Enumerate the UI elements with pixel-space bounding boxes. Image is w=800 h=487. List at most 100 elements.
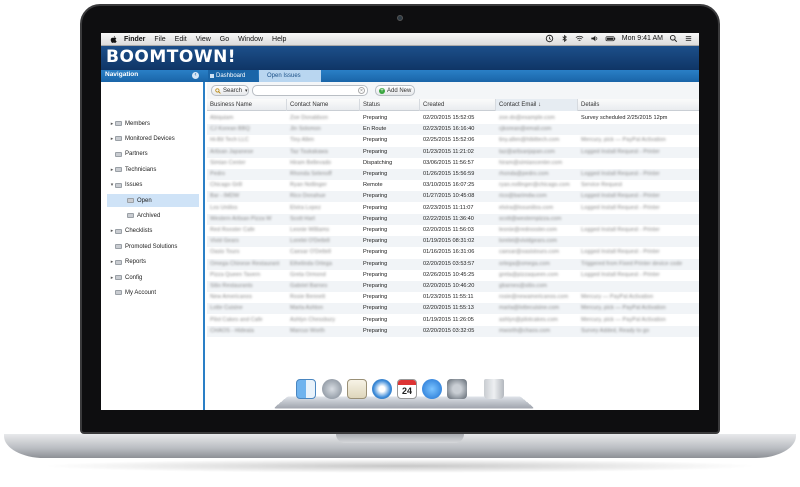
cell-created: 01/26/2015 15:56:59 (423, 171, 475, 177)
table-row[interactable]: Western Artisan Pizza W Scott Hart Prepari… (207, 213, 699, 225)
clear-search-icon[interactable]: × (358, 87, 365, 94)
sidebar-item-checklists[interactable]: ▸ Checklists (101, 225, 201, 238)
sidebar-item-label: Technicians (125, 166, 157, 173)
cell-created: 01/23/2015 11:55:11 (423, 294, 474, 301)
table-row[interactable]: Oasis Tours Caesar O'Dettell Preparing 01/1… (207, 247, 699, 258)
menu-view[interactable]: View (196, 36, 211, 43)
search-icon[interactable] (669, 34, 678, 43)
tab-dashboard[interactable]: Dashboard (208, 70, 258, 82)
cell-email: ryan.nollinger@chicago.com (499, 182, 570, 189)
collapse-icon[interactable]: ‹ (192, 72, 199, 79)
itunes-icon[interactable] (422, 379, 442, 399)
menu-edit[interactable]: Edit (175, 36, 187, 43)
table-row[interactable]: Hi-Bit Tech LLC Tiny Allen Preparing 02/25/… (207, 135, 699, 146)
cell-business: Red Rooster Cafe (210, 227, 255, 233)
wifi-icon[interactable] (575, 34, 584, 43)
sidebar-item-promoted-solutions[interactable]: Promoted Solutions (101, 240, 201, 253)
table-row[interactable]: Bar - IMDW Rico Donahue Preparing 01/27/201… (207, 191, 699, 203)
search-input[interactable]: × (252, 85, 368, 96)
sidebar-item-label: Monitored Devices (125, 135, 175, 142)
table-row[interactable]: CHAOS - Hideaia Marcus Worth Preparing 02/2… (207, 325, 699, 337)
cell-details (578, 236, 699, 247)
sidebar-item-label: Open (137, 197, 152, 204)
sidebar-item-archived[interactable]: Archived (101, 209, 201, 222)
menu-clock[interactable]: Mon 9:41 AM (622, 35, 663, 42)
list-icon[interactable] (684, 34, 693, 43)
sidebar-item-open[interactable]: Open (107, 194, 199, 207)
table-row[interactable]: Pedro Rhonda Selenoff Preparing 01/26/2015 … (207, 169, 699, 180)
sidebar-item-technicians[interactable]: ▸ Technicians (101, 163, 201, 176)
add-new-label: Add New (387, 87, 412, 94)
cell-email: ortega@omega.com (499, 260, 550, 267)
table-row[interactable]: Artisan Japanese Taz Tsukakawa Preparing 01… (207, 146, 699, 158)
cell-contact: Elvira Lopez (290, 204, 321, 211)
folder-icon (127, 213, 134, 219)
textedit-icon[interactable] (347, 379, 367, 399)
cell-contact: Ashlyn Chessbury (290, 316, 336, 323)
table-row[interactable]: Chicago Grill Ryan Nollinger Remote 03/10/2… (207, 180, 699, 191)
table-row[interactable]: Vivid Gears Lorelei O'Dettell Preparing 01/… (207, 236, 699, 248)
table-row[interactable]: Pilot Cakes and Cafe Ashlyn Chessbury Prep… (207, 315, 699, 326)
cell-details: Logged Install Request - Printer (581, 227, 660, 233)
table-row[interactable]: Simian Center Hiram Bellevado Dispatching 0… (207, 158, 699, 169)
trash-icon[interactable] (484, 379, 504, 399)
table-row[interactable]: New Americanos Rosie Bennett Preparing 01/2… (207, 292, 699, 303)
column-contact-name[interactable]: Contact Name (287, 99, 360, 111)
apple-icon[interactable] (109, 35, 118, 44)
bluetooth-icon[interactable] (560, 34, 569, 43)
column-details[interactable]: Details (578, 99, 699, 111)
folder-icon (115, 290, 122, 296)
table-row[interactable]: Sitio Restaurants Gabriel Barnes Preparing… (207, 281, 699, 292)
table-row[interactable]: Red Rooster Cafe Leonie Williams Preparing… (207, 225, 699, 236)
timemachine-icon[interactable] (545, 34, 554, 43)
column-status[interactable]: Status (360, 99, 420, 111)
table-row[interactable]: Los Uniilos Elvira Lopez Preparing 02/23/20… (207, 203, 699, 214)
menu-bar: Finder File Edit View Go Window Help Mon… (101, 33, 699, 46)
sidebar-item-monitored-devices[interactable]: ▸ Monitored Devices (101, 132, 201, 145)
menu-go[interactable]: Go (220, 36, 229, 43)
sidebar-item-partners[interactable]: Partners (101, 148, 201, 161)
sidebar-item-issues[interactable]: ▾ Issues (101, 179, 201, 192)
table-row[interactable]: CJ Korean BBQ Jin Solomon En Route 02/23/20… (207, 124, 699, 136)
cell-email: rosie@newamericanos.com (499, 294, 569, 301)
table-row[interactable]: Pizza Queen Tavern Greta Ormond Preparing 0… (207, 270, 699, 281)
table-row[interactable]: Lotte Cuisine Marta Ashton Preparing 02/20/… (207, 303, 699, 315)
menu-window[interactable]: Window (238, 36, 263, 43)
folder-icon (115, 228, 122, 234)
column-contact-email[interactable]: Contact Email ↓ (496, 99, 578, 111)
sidebar-item-members[interactable]: ▸ Members (101, 117, 201, 130)
menu-file[interactable]: File (154, 36, 165, 43)
dashboard-icon (210, 74, 214, 78)
search-button[interactable]: Search ▾ (211, 85, 249, 96)
cell-email: zoe.do@example.com (499, 115, 555, 121)
launchpad-icon[interactable] (322, 379, 342, 399)
cell-created: 02/20/2015 11:55:13 (423, 305, 474, 312)
cell-status: Remote (363, 182, 383, 189)
table-row[interactable]: Abiquiam Zoe Donaldson Preparing 02/20/2015… (207, 113, 699, 124)
column-business-name[interactable]: Business Name (207, 99, 287, 111)
add-new-button[interactable]: + Add New (375, 85, 415, 96)
cell-business: Oasis Tours (210, 249, 240, 256)
app-subbar: Navigation ‹ Dashboard Open Issues (101, 70, 699, 82)
menu-finder[interactable]: Finder (124, 36, 145, 43)
sidebar-item-my-account[interactable]: My Account (101, 286, 201, 299)
cell-contact: Taz Tsukakawa (290, 148, 328, 155)
sidebar-item-config[interactable]: ▸ Config (101, 271, 201, 284)
calendar-icon[interactable]: 24 (397, 379, 417, 399)
safari-icon[interactable] (372, 379, 392, 399)
cell-contact: Ethelinda Ortega (290, 260, 332, 267)
cell-details: Mercury, pick — PayPal Activation (581, 305, 666, 312)
menu-help[interactable]: Help (272, 36, 286, 43)
sidebar-item-reports[interactable]: ▸ Reports (101, 256, 201, 269)
battery-icon[interactable] (605, 34, 616, 43)
cell-details: Mercury — PayPal Activation (581, 294, 654, 301)
laptop-shadow (40, 459, 760, 473)
table-row[interactable]: Omega Chinese Restaurant Ethelinda Ortega… (207, 258, 699, 270)
cell-contact: Lorelei O'Dettell (290, 238, 330, 245)
column-created[interactable]: Created (420, 99, 496, 111)
finder-icon[interactable] (296, 379, 316, 399)
preferences-icon[interactable] (447, 379, 467, 399)
tab-open-issues[interactable]: Open Issues (259, 70, 321, 82)
cell-details (578, 124, 699, 135)
volume-icon[interactable] (590, 34, 599, 43)
